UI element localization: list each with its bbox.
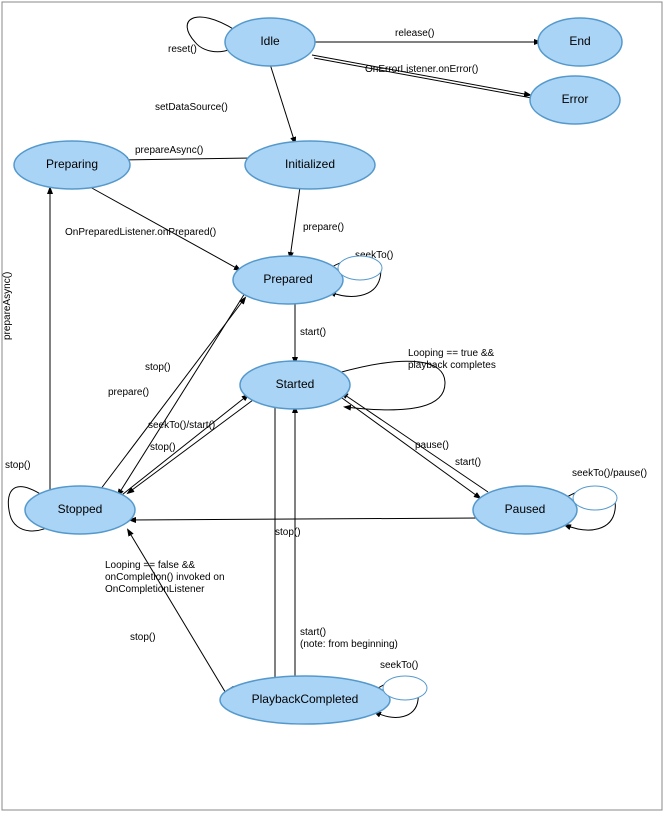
started-label: Started (276, 377, 315, 391)
release-label: release() (395, 28, 434, 39)
seekto-paused-label: seekTo()/pause() (572, 468, 647, 479)
stop-playback-label: stop() (130, 632, 156, 643)
prepared-label: Prepared (263, 272, 312, 286)
prepare-init-arrow (290, 187, 300, 258)
preparing-label: Preparing (46, 157, 98, 171)
stopped-label: Stopped (58, 502, 103, 516)
looping-false-label1: Looping == false && (105, 560, 195, 571)
seekto-playback-label: seekTo() (380, 660, 418, 671)
stop-paused-label: stop() (275, 527, 301, 538)
reset-label: reset() (168, 44, 197, 55)
looping-true-label2: playback completes (408, 360, 496, 371)
stop-stopped-label: stop() (5, 460, 31, 471)
prepare-stopped-label: prepare() (108, 387, 149, 398)
idle-label: Idle (260, 34, 280, 48)
setdatasource-label: setDataSource() (155, 102, 228, 113)
onerror-label: OnErrorListener.onError() (365, 64, 478, 75)
prepare-init-label: prepare() (303, 222, 344, 233)
setdatasource-arrow (270, 64, 295, 143)
playbackcompleted-label: PlaybackCompleted (252, 692, 359, 706)
prepareasync-stopped-label: prepareAsync() (2, 272, 13, 340)
seektostart-stopped-arrow (118, 395, 248, 498)
stop-prepared-label: stop() (145, 362, 171, 373)
initialized-label: Initialized (285, 157, 335, 171)
looping-false-label2: onCompletion() invoked on (105, 572, 225, 583)
prepareasync-init-label: prepareAsync() (135, 145, 203, 156)
looping-false-label3: OnCompletionListener (105, 584, 205, 595)
stop-started-label: stop() (150, 442, 176, 453)
onerror-arrow (312, 55, 530, 95)
start-prepared-label: start() (300, 327, 326, 338)
stop-paused-arrow (130, 518, 480, 520)
looping-false-arrow (228, 407, 275, 690)
start-paused-label: start() (455, 457, 481, 468)
paused-selfloop (573, 486, 617, 510)
seektostart-stopped-label: seekTo()/start() (148, 420, 215, 431)
onprepared-label: OnPreparedListener.onPrepared() (65, 227, 216, 238)
prepared-selfloop (338, 256, 382, 280)
pause-arrow (342, 398, 480, 498)
looping-true-label1: Looping == true && (408, 348, 495, 359)
error-label: Error (562, 92, 589, 106)
end-label: End (569, 34, 590, 48)
start-playback-label1: start() (300, 627, 326, 638)
prepareasync-init-arrow (122, 158, 252, 160)
paused-label: Paused (505, 502, 546, 516)
start-playback-label2: (note: from beginning) (300, 639, 398, 650)
stop-playback-arrow (128, 530, 230, 700)
playback-selfloop (383, 676, 427, 700)
stop-started-arrow (128, 400, 253, 493)
